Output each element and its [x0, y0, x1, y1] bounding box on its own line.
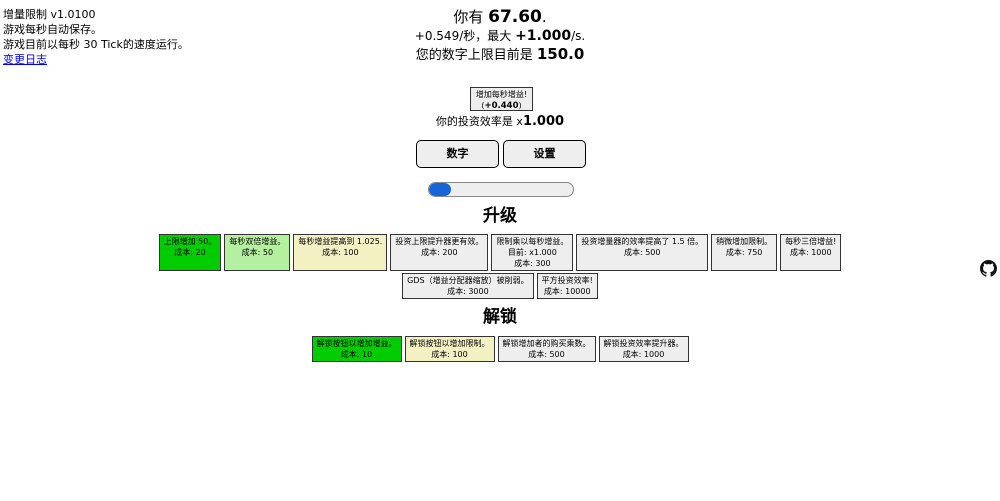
upgrade-button[interactable]: 每秒三倍增益! 成本: 1000: [780, 234, 842, 271]
upgrade-button[interactable]: GDS（增益分配器缩放）被削弱。 成本: 3000: [402, 273, 534, 299]
paren-close: ): [518, 101, 522, 110]
cap-display: 您的数字上限目前是 150.0: [0, 45, 1000, 65]
unlock-button[interactable]: 解锁按钮以增加限制。 成本: 100: [404, 336, 495, 362]
unlock-label: 解锁按钮以增加增益。: [316, 339, 397, 348]
upgrade-cost: 成本: 50: [241, 248, 274, 257]
number-display: 你有 67.60.: [0, 7, 1000, 27]
upgrade-label: 每秒三倍增益!: [785, 237, 837, 246]
upgrades-row-2: GDS（增益分配器缩放）被削弱。 成本: 3000 平方投资效率! 成本: 10000: [0, 273, 1000, 299]
upgrade-button[interactable]: 上限增加 50。 成本: 20: [158, 234, 222, 271]
unlocks-heading: 解锁: [483, 307, 517, 327]
unlock-label: 解锁按钮以增加限制。: [409, 339, 490, 348]
upgrade-button[interactable]: 平方投资效率! 成本: 10000: [536, 273, 598, 299]
upgrade-label: 每秒增益提高到 1.025.: [298, 237, 383, 246]
unlocks-row: 解锁按钮以增加增益。 成本: 10 解锁按钮以增加限制。 成本: 100 解锁增加者的购…: [0, 336, 1000, 362]
unlock-label: 解锁增加者的购买乘数。: [502, 339, 591, 348]
increase-gain-button[interactable]: 增加每秒增益! (+0.440): [470, 87, 533, 111]
rate-prefix: +0.549/秒，最大: [414, 29, 516, 43]
upgrade-cost: 成本: 500: [623, 248, 661, 257]
upgrade-label: 投资增量器的效率提高了 1.5 倍。: [581, 237, 704, 246]
upgrade-button[interactable]: 每秒双倍增益。 成本: 50: [224, 234, 291, 271]
upgrade-cost: 成本: 10000: [543, 287, 591, 296]
tab-settings[interactable]: 设置: [503, 140, 586, 168]
cap-value: 150.0: [536, 45, 585, 63]
rate-max-value: +1.000: [515, 28, 572, 44]
upgrade-cost: 成本: 1000: [789, 248, 832, 257]
number-value: 67.60: [488, 7, 542, 27]
efficiency-value: 1.000: [522, 114, 565, 129]
upgrade-button[interactable]: 投资增量器的效率提高了 1.5 倍。 成本: 500: [576, 234, 709, 271]
tab-number[interactable]: 数字: [416, 140, 499, 168]
upgrades-heading: 升级: [483, 206, 517, 226]
github-icon[interactable]: [980, 260, 997, 277]
upgrade-label: 每秒双倍增益。: [229, 237, 286, 246]
upgrade-label: 平方投资效率!: [541, 276, 593, 285]
unlock-button[interactable]: 解锁按钮以增加增益。 成本: 10: [311, 336, 402, 362]
cap-prefix: 您的数字上限目前是: [415, 48, 537, 63]
upgrade-cost: 成本: 750: [725, 248, 763, 257]
unlock-cost: 成本: 1000: [622, 350, 665, 359]
number-suffix: .: [541, 8, 547, 26]
rate-display: +0.549/秒，最大 +1.000/s.: [0, 27, 1000, 45]
unlock-cost: 成本: 10: [340, 350, 373, 359]
upgrade-label: 限制乘以每秒增益。: [496, 237, 569, 246]
upgrade-button[interactable]: 限制乘以每秒增益。 目前: x1.000 成本: 300: [491, 234, 574, 271]
rate-suffix: /s.: [571, 29, 586, 43]
increase-gain-amount: (+0.440): [471, 100, 532, 112]
unlock-cost: 成本: 500: [528, 350, 565, 359]
upgrades-row-1: 上限增加 50。 成本: 20 每秒双倍增益。 成本: 50 每秒增益提高到 1.025…: [0, 234, 1000, 271]
upgrade-label: GDS（增益分配器缩放）被削弱。: [407, 276, 529, 285]
stats-panel: 你有 67.60. +0.549/秒，最大 +1.000/s. 您的数字上限目前…: [0, 7, 1000, 65]
upgrade-label: 上限增加 50。: [163, 237, 217, 246]
upgrade-button[interactable]: 每秒增益提高到 1.025. 成本: 100: [293, 234, 388, 271]
upgrade-cost: 成本: 3000: [447, 287, 489, 296]
upgrade-cost: 成本: 100: [322, 248, 359, 257]
upgrade-button[interactable]: 投资上限提升器更有效。 成本: 200: [390, 234, 489, 271]
increase-gain-label: 增加每秒增益!: [475, 90, 528, 99]
unlock-button[interactable]: 解锁投资效率提升器。 成本: 1000: [598, 336, 689, 362]
gain-amount-value: +0.440: [484, 101, 519, 111]
upgrade-label: 投资上限提升器更有效。: [395, 237, 484, 246]
upgrade-cost: 成本: 300: [514, 259, 551, 268]
upgrade-label: 稍微增加限制。: [716, 237, 773, 246]
upgrade-cost: 成本: 200: [421, 248, 458, 257]
upgrade-current: 目前: x1.000: [507, 248, 557, 257]
unlock-button[interactable]: 解锁增加者的购买乘数。 成本: 500: [497, 336, 596, 362]
progress-fill: [429, 183, 451, 196]
unlock-cost: 成本: 100: [431, 350, 468, 359]
efficiency-prefix: 你的投资效率是 x: [435, 115, 523, 128]
upgrade-button[interactable]: 稍微增加限制。 成本: 750: [711, 234, 778, 271]
number-prefix: 你有: [453, 8, 489, 26]
unlock-label: 解锁投资效率提升器。: [603, 339, 684, 348]
progress-bar: [428, 182, 574, 197]
investment-efficiency: 你的投资效率是 x1.000: [0, 113, 1000, 129]
upgrade-cost: 成本: 20: [174, 248, 206, 257]
